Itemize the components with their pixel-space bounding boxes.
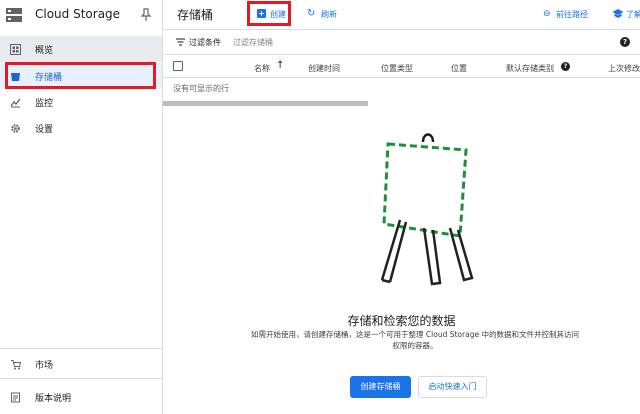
empty-state-description: 如需开始使用，请创建存储桶，这是一个可用于整理 Cloud Storage 中的… xyxy=(251,330,579,350)
empty-state-title: 存储和检索您的数据 xyxy=(347,314,456,328)
help-icon[interactable]: ? xyxy=(561,62,570,71)
header-toolbar: 存储桶 + 创建 ↻ 刷新 ⊖ 前往路径 了解 xyxy=(163,0,640,30)
select-all-checkbox[interactable] xyxy=(173,61,183,71)
cart-icon xyxy=(9,358,21,370)
column-header-last-modified[interactable]: 上次修改 xyxy=(608,63,640,74)
refresh-button-label: 刷新 xyxy=(321,10,337,19)
table-header: 名称 ↑ 创建时间 位置类型 位置 默认存储类别 ? 上次修改 xyxy=(163,56,640,78)
horizontal-scrollbar[interactable] xyxy=(163,101,368,106)
filter-input[interactable]: 过滤存储桶 xyxy=(233,37,273,48)
sort-up-icon[interactable]: ↑ xyxy=(276,60,284,71)
highlight-annotation-create xyxy=(247,1,291,26)
sidebar-item-monitoring[interactable]: 监控 xyxy=(0,89,162,115)
refresh-icon: ↻ xyxy=(307,8,316,19)
empty-table-message: 没有可显示的行 xyxy=(173,84,229,93)
column-header-created[interactable]: 创建时间 xyxy=(308,63,340,74)
filter-label: 过滤条件 xyxy=(189,38,221,47)
divider xyxy=(0,378,162,379)
school-icon xyxy=(612,8,624,21)
learn-button-label: 了解 xyxy=(626,10,640,19)
link-icon: ⊖ xyxy=(543,9,551,19)
sidebar-item-label: 设置 xyxy=(35,125,54,135)
page-title: 存储桶 xyxy=(177,8,214,22)
dashboard-icon xyxy=(9,43,21,55)
sidebar-item-settings[interactable]: 设置 xyxy=(0,115,162,141)
gear-icon xyxy=(9,122,21,134)
chart-icon xyxy=(9,96,21,108)
sidebar: Cloud Storage 概览 存储桶 监控 设置 市场 版本说明 xyxy=(0,0,163,414)
filter-icon[interactable] xyxy=(176,38,185,46)
sidebar-item-marketplace[interactable]: 市场 xyxy=(0,351,162,377)
column-header-storage-class[interactable]: 默认存储类别 xyxy=(506,63,554,74)
pin-icon[interactable] xyxy=(140,8,152,22)
product-title: Cloud Storage xyxy=(35,7,121,21)
sidebar-item-overview[interactable]: 概览 xyxy=(0,36,162,62)
highlight-annotation-buckets xyxy=(5,62,156,89)
filter-bar: 过滤条件 过滤存储桶 ? xyxy=(163,31,640,55)
help-icon[interactable]: ? xyxy=(620,37,630,47)
sidebar-header: Cloud Storage xyxy=(0,0,162,32)
sidebar-item-release-notes[interactable]: 版本说明 xyxy=(0,384,162,410)
column-header-name[interactable]: 名称 xyxy=(254,63,270,74)
sidebar-item-label: 版本说明 xyxy=(35,394,72,404)
easel-illustration-icon xyxy=(380,133,474,286)
divider xyxy=(0,348,162,349)
start-quickstart-button[interactable]: 启动快速入门 xyxy=(418,376,487,398)
create-bucket-button[interactable]: 创建存储桶 xyxy=(350,376,411,398)
column-header-location-type[interactable]: 位置类型 xyxy=(381,63,413,74)
goto-path-label: 前往路径 xyxy=(556,10,588,19)
sidebar-item-label: 市场 xyxy=(35,361,54,371)
notes-icon xyxy=(9,391,21,403)
column-header-location[interactable]: 位置 xyxy=(451,63,467,74)
sidebar-item-label: 监控 xyxy=(35,99,54,109)
sidebar-item-label: 概览 xyxy=(35,46,54,56)
storage-logo-icon xyxy=(6,8,22,22)
